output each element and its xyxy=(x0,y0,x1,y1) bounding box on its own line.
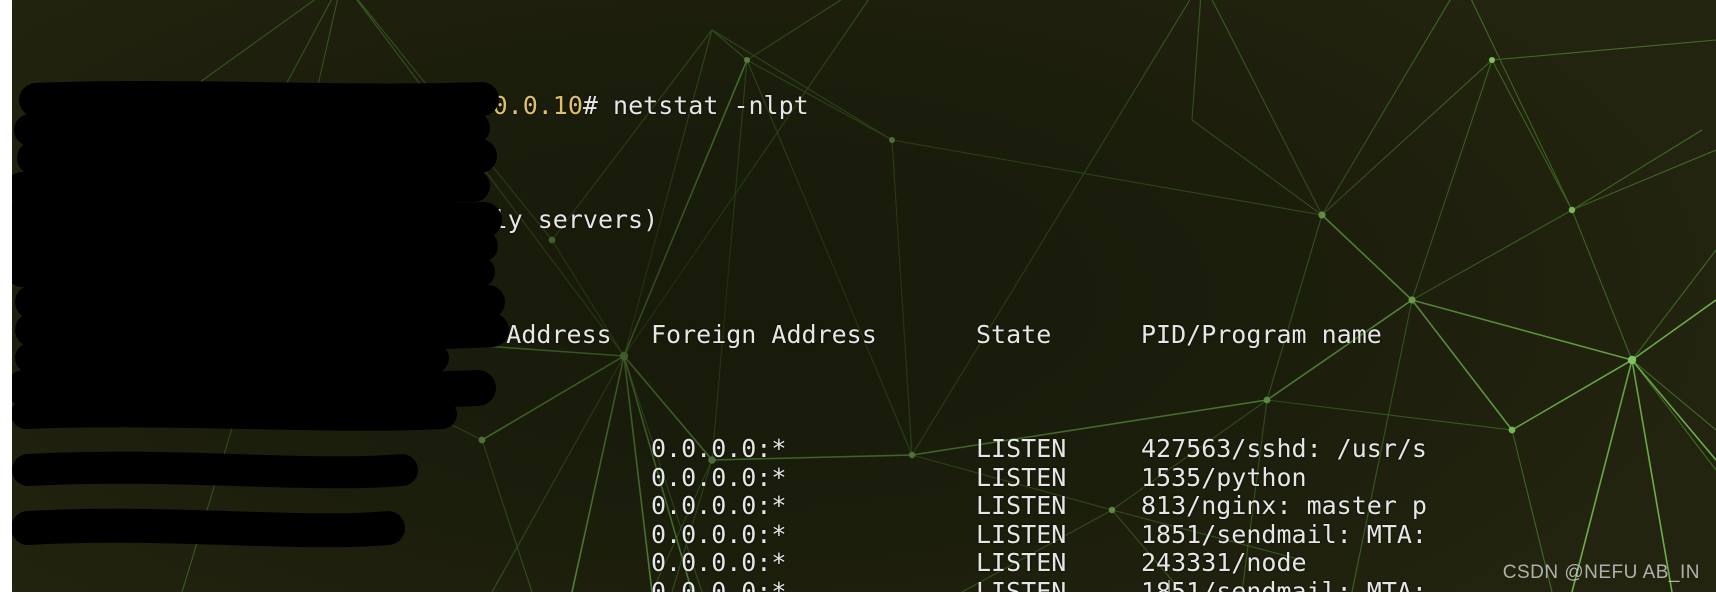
header-sendq: Send-Q xyxy=(325,319,416,349)
table-row: 0.0.0.0:* LISTEN 813/nginx: master p xyxy=(26,491,1716,521)
table-row: 0.0.0.0:* LISTEN 1535/python xyxy=(26,462,1716,493)
header-local-address: Local Address xyxy=(416,319,612,349)
row-state: LISTEN xyxy=(976,433,1067,463)
prompt-sigil: # xyxy=(582,90,598,120)
row-state: LISTEN xyxy=(976,491,1067,521)
connection-rows: 0.0.0.0:* LISTEN 427563/sshd: /usr/s 0.0.0.… xyxy=(26,433,1716,592)
terminal-window[interactable]: root@AB-IN:/opt/apache-tomcat-10.0.10# n… xyxy=(12,0,1716,592)
row-foreign-address: 0.0.0.0:* xyxy=(651,548,787,578)
row-pid-program: 427563/sshd: /usr/s xyxy=(1141,433,1427,463)
row-pid-program: 1535/python xyxy=(1141,462,1307,492)
row-state: LISTEN xyxy=(976,576,1067,592)
header-recvq: Recv-Q xyxy=(215,319,306,349)
table-row: 0.0.0.0:* LISTEN 1851/sendmail: MTA: xyxy=(26,519,1716,550)
row-foreign-address: 0.0.0.0:* xyxy=(651,462,787,492)
table-row: 0.0.0.0:* LISTEN 1851/sendmail: MTA: xyxy=(26,576,1716,592)
screenshot-root: root@AB-IN:/opt/apache-tomcat-10.0.10# n… xyxy=(0,0,1716,602)
csdn-watermark: CSDN @NEFU AB_IN xyxy=(1502,562,1700,583)
scrollbar-tick[interactable] xyxy=(1168,580,1170,592)
prompt-command: netstat -nlpt xyxy=(597,90,809,120)
table-header-row: Proto Recv-Q Send-QLocal Address Foreign Ad… xyxy=(26,319,1716,350)
bottom-white-gutter xyxy=(0,592,1716,602)
row-state: LISTEN xyxy=(976,519,1067,549)
row-foreign-address: 0.0.0.0:* xyxy=(651,433,787,463)
header-pid-program: PID/Program name xyxy=(1141,319,1382,349)
prompt-user-host: root@AB-IN xyxy=(26,90,177,120)
header-foreign-address: Foreign Address xyxy=(651,319,877,349)
prompt-path: /opt/apache-tomcat-10.0.10 xyxy=(191,90,583,120)
header-state: State xyxy=(976,319,1052,349)
row-foreign-address: 0.0.0.0:* xyxy=(651,519,787,549)
row-pid-program: 1851/sendmail: MTA: xyxy=(1141,519,1427,549)
output-subtitle: Active Internet connections (only server… xyxy=(26,205,659,235)
row-foreign-address: 0.0.0.0:* xyxy=(651,491,787,521)
table-row: 0.0.0.0:* LISTEN 427563/sshd: /usr/s xyxy=(26,433,1716,464)
row-state: LISTEN xyxy=(976,462,1067,492)
row-foreign-address: 0.0.0.0:* xyxy=(651,576,787,592)
row-pid-program: 1851/sendmail: MTA: xyxy=(1141,576,1427,592)
row-pid-program: 813/nginx: master p xyxy=(1141,491,1427,521)
left-white-gutter xyxy=(0,0,12,602)
row-state: LISTEN xyxy=(976,548,1067,578)
prompt-separator: : xyxy=(176,90,192,120)
table-row: 0.0.0.0:* LISTEN 243331/node xyxy=(26,549,1716,578)
row-pid-program: 243331/node xyxy=(1141,548,1307,578)
prompt-line: root@AB-IN:/opt/apache-tomcat-10.0.10# n… xyxy=(26,90,1716,121)
header-proto: Proto xyxy=(26,319,102,349)
terminal-text: root@AB-IN:/opt/apache-tomcat-10.0.10# n… xyxy=(12,0,1716,592)
